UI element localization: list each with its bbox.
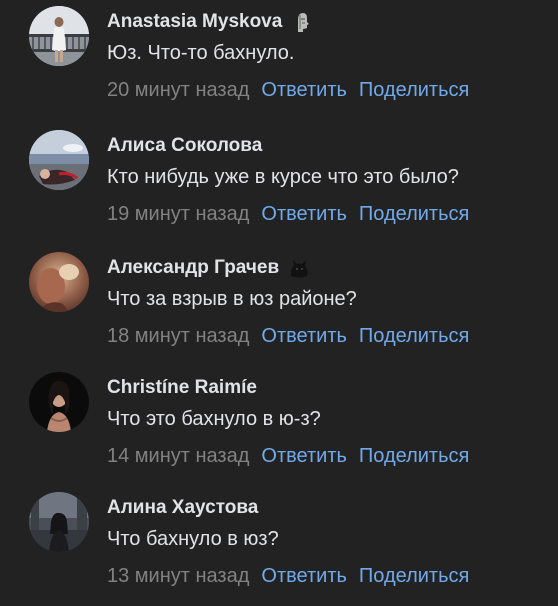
comment-meta: 18 минут назад Ответить Поделиться — [107, 323, 469, 349]
comment-text: Что это бахнуло в ю-з? — [107, 408, 321, 430]
reply-button[interactable]: Ответить — [261, 79, 347, 101]
share-button[interactable]: Поделиться — [359, 79, 469, 101]
comment-timestamp[interactable]: 13 минут назад — [107, 565, 249, 587]
author-row: Алина Хаустова — [107, 495, 258, 521]
reply-button[interactable]: Ответить — [261, 445, 347, 467]
avatar-photo — [29, 492, 89, 552]
comment-text: Юз. Что-то бахнуло. — [107, 42, 295, 64]
author-name[interactable]: Anastasia Myskova — [107, 11, 282, 33]
comment-item: Алина Хаустова Что бахнуло в юз? 13 мину… — [0, 486, 558, 606]
author-name[interactable]: Александр Грачев — [107, 257, 279, 279]
black-cat-icon — [287, 256, 311, 280]
author-row: Александр Грачев — [107, 255, 311, 281]
author-name[interactable]: Алиса Соколова — [107, 135, 262, 157]
comment-item: Алиса Соколова Кто нибудь уже в курсе чт… — [0, 124, 558, 244]
reply-button[interactable]: Ответить — [261, 325, 347, 347]
author-row: Anastasia Myskova — [107, 9, 314, 35]
avatar[interactable] — [29, 492, 89, 552]
avatar-photo — [29, 130, 89, 190]
avatar-photo — [29, 372, 89, 432]
comment-meta: 13 минут назад Ответить Поделиться — [107, 563, 469, 589]
avatar-photo — [29, 6, 89, 66]
comment-text: Что бахнуло в юз? — [107, 528, 279, 550]
author-row: Алиса Соколова — [107, 133, 262, 159]
comment-item: Anastasia Myskova Юз. Что-то бахнуло. 20… — [0, 0, 558, 120]
avatar[interactable] — [29, 252, 89, 312]
share-button[interactable]: Поделиться — [359, 203, 469, 225]
comment-timestamp[interactable]: 18 минут назад — [107, 325, 249, 347]
comment-timestamp[interactable]: 14 минут назад — [107, 445, 249, 467]
author-name[interactable]: Алина Хаустова — [107, 497, 258, 519]
share-button[interactable]: Поделиться — [359, 565, 469, 587]
comment-meta: 14 минут назад Ответить Поделиться — [107, 443, 469, 469]
author-row: Christíne Raimíe — [107, 375, 257, 401]
comment-text: Кто нибудь уже в курсе что это было? — [107, 166, 459, 188]
statue-head-icon — [290, 10, 314, 34]
share-button[interactable]: Поделиться — [359, 445, 469, 467]
avatar-photo — [29, 252, 89, 312]
avatar[interactable] — [29, 372, 89, 432]
avatar[interactable] — [29, 130, 89, 190]
comment-item: Christíne Raimíe Что это бахнуло в ю-з? … — [0, 366, 558, 486]
comment-timestamp[interactable]: 20 минут назад — [107, 79, 249, 101]
comments-list: Anastasia Myskova Юз. Что-то бахнуло. 20… — [0, 0, 558, 599]
comment-item: Александр Грачев Что за взрыв в юз район… — [0, 246, 558, 366]
share-button[interactable]: Поделиться — [359, 325, 469, 347]
author-name[interactable]: Christíne Raimíe — [107, 377, 257, 399]
comment-meta: 19 минут назад Ответить Поделиться — [107, 201, 469, 227]
comment-text: Что за взрыв в юз районе? — [107, 288, 357, 310]
reply-button[interactable]: Ответить — [261, 203, 347, 225]
comment-meta: 20 минут назад Ответить Поделиться — [107, 77, 469, 103]
avatar[interactable] — [29, 6, 89, 66]
reply-button[interactable]: Ответить — [261, 565, 347, 587]
comment-timestamp[interactable]: 19 минут назад — [107, 203, 249, 225]
